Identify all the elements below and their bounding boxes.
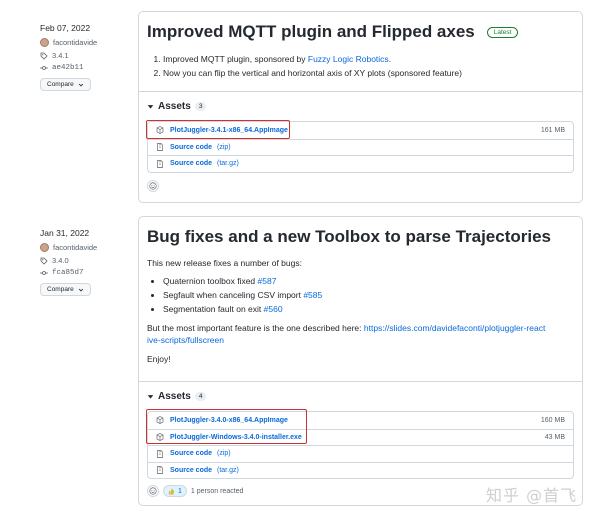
issue-link[interactable]: #560 [264, 304, 283, 314]
feature-text: But the most important feature is the on… [147, 323, 364, 333]
caret-down-icon [147, 393, 154, 400]
chevron-down-icon [78, 82, 84, 88]
release-title: Improved MQTT plugin and Flipped axes La… [147, 22, 574, 42]
tag-link[interactable]: 3.4.1 [52, 51, 69, 60]
commit-link[interactable]: fca85d7 [52, 269, 84, 277]
file-zip-icon [156, 159, 164, 168]
release-intro: This new release fixes a number of bugs: [147, 258, 302, 268]
reactions: 1 1 person reacted [147, 485, 243, 497]
tag-icon [40, 52, 48, 60]
asset-ext-text: (tar.gz) [217, 160, 239, 168]
reactions [147, 180, 159, 192]
latest-badge: Latest [486, 26, 519, 38]
bug-item: Segmentation fault on exit #560 [163, 302, 574, 316]
thumbs-up-icon [168, 487, 175, 495]
file-zip-icon [156, 143, 164, 152]
sponsor-link[interactable]: Fuzzy Logic Robotics [308, 54, 389, 64]
asset-ext-text: (tar.gz) [217, 466, 239, 474]
asset-row[interactable]: Source code (zip) [148, 445, 573, 462]
asset-name[interactable]: Source code [170, 144, 212, 151]
commit-icon [40, 64, 48, 72]
asset-name[interactable]: Source code [170, 450, 212, 457]
highlight-box [146, 409, 307, 444]
note-suffix: . [388, 54, 392, 64]
bug-text: Segmentation fault on exit [163, 304, 264, 314]
bug-item: Quaternion toolbox fixed #587 [163, 274, 574, 288]
tag-link[interactable]: 3.4.0 [52, 256, 69, 265]
assets-toggle[interactable]: Assets 3 [147, 101, 207, 112]
asset-ext-text: (zip) [217, 450, 231, 458]
watermark: 知乎 @首飞 [486, 486, 578, 505]
commit-link[interactable]: ae42b11 [52, 64, 84, 72]
release-meta: Feb 07, 2022 facontidavide 3.4.1 ae42b11… [40, 23, 130, 91]
bug-item: Segfault when canceling CSV import #585 [163, 288, 574, 302]
tag-icon [40, 257, 48, 265]
release-date: Feb 07, 2022 [40, 23, 91, 33]
compare-button[interactable]: Compare [40, 78, 91, 91]
chevron-down-icon [78, 287, 84, 293]
asset-size: 160 MB [540, 416, 565, 424]
file-zip-icon [156, 449, 164, 458]
compare-button[interactable]: Compare [40, 283, 91, 296]
highlight-box [146, 120, 290, 139]
author-link[interactable]: facontidavide [53, 38, 97, 47]
release-title: Bug fixes and a new Toolbox to parse Tra… [147, 227, 574, 247]
assets-label: Assets [158, 101, 191, 112]
issue-link[interactable]: #585 [303, 290, 322, 300]
file-zip-icon [156, 466, 164, 475]
avatar[interactable] [40, 38, 49, 47]
note-text: Improved MQTT plugin, sponsored by [163, 54, 308, 64]
commit-icon [40, 269, 48, 277]
release-date: Jan 31, 2022 [40, 228, 90, 238]
note-item: Now you can flip the vertical and horizo… [163, 66, 574, 80]
enjoy-text: Enjoy! [147, 354, 171, 364]
bug-text: Segfault when canceling CSV import [163, 290, 304, 300]
asset-size: 43 MB [544, 433, 565, 441]
caret-down-icon [147, 103, 154, 110]
asset-ext-text: (zip) [217, 143, 231, 151]
release-title-text[interactable]: Bug fixes and a new Toolbox to parse Tra… [147, 227, 551, 247]
release-title-text[interactable]: Improved MQTT plugin and Flipped axes [147, 22, 475, 42]
release-notes: Improved MQTT plugin, sponsored by Fuzzy… [147, 52, 574, 80]
asset-ext: (zip) [217, 144, 231, 151]
avatar[interactable] [40, 243, 49, 252]
asset-name[interactable]: Source code [170, 160, 212, 167]
divider [139, 381, 582, 382]
bug-list: Quaternion toolbox fixed #587 Segfault w… [147, 274, 574, 316]
divider [139, 91, 582, 92]
asset-name[interactable]: Source code [170, 467, 212, 474]
note-text: Now you can flip the vertical and horizo… [163, 68, 462, 78]
note-item: Improved MQTT plugin, sponsored by Fuzzy… [163, 52, 574, 66]
add-reaction-button[interactable] [147, 485, 159, 497]
asset-ext: (zip) [217, 450, 231, 457]
assets-count: 4 [194, 392, 207, 401]
asset-ext: (tar.gz) [217, 467, 239, 474]
asset-size: 161 MB [540, 126, 565, 134]
feature-paragraph: But the most important feature is the on… [147, 322, 547, 346]
compare-label: Compare [47, 81, 74, 88]
add-reaction-button[interactable] [147, 180, 159, 192]
assets-count: 3 [194, 102, 207, 111]
release-meta: Jan 31, 2022 facontidavide 3.4.0 fca85d7… [40, 228, 130, 296]
reaction-pill[interactable]: 1 [163, 485, 187, 497]
asset-row[interactable]: Source code (tar.gz) [148, 155, 573, 172]
asset-row[interactable]: Source code (tar.gz) [148, 461, 573, 479]
bug-text: Quaternion toolbox fixed [163, 276, 258, 286]
release-card: Bug fixes and a new Toolbox to parse Tra… [138, 216, 583, 506]
assets-label: Assets [158, 391, 191, 402]
author-link[interactable]: facontidavide [53, 243, 97, 252]
release-card: Improved MQTT plugin and Flipped axes La… [138, 11, 583, 203]
reaction-count: 1 [178, 487, 182, 495]
reaction-summary: 1 person reacted [190, 487, 244, 495]
issue-link[interactable]: #587 [258, 276, 277, 286]
assets-toggle[interactable]: Assets 4 [147, 391, 207, 402]
compare-label: Compare [47, 286, 74, 293]
asset-row[interactable]: Source code (zip) [148, 138, 573, 156]
asset-ext: (tar.gz) [217, 160, 239, 167]
